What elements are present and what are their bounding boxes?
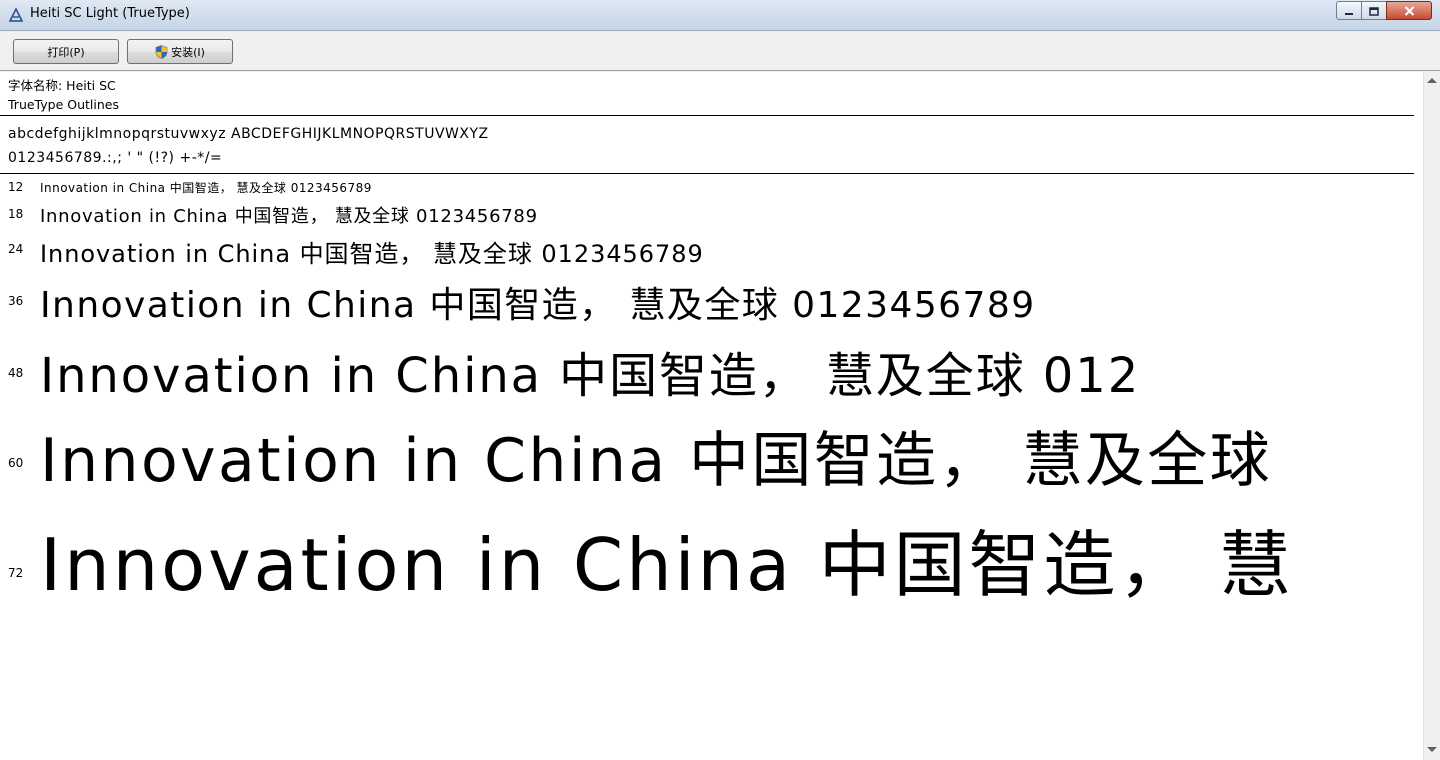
font-info: 字体名称: Heiti SC TrueType Outlines [8,76,119,114]
sample-text: Innovation in China 中国智造， 慧及全球 012345678… [40,181,372,195]
window-controls [1336,1,1432,21]
print-button-label: 打印(P) [47,45,85,59]
sample-row-12: 12 Innovation in China 中国智造， 慧及全球 012345… [0,178,1414,198]
sample-text: Innovation in China 中国智造， 慧 [40,523,1294,602]
maximize-button[interactable] [1361,1,1387,20]
sample-row-72: 72 Innovation in China 中国智造， 慧 [0,490,1414,602]
glyph-line-digits-punctuation: 0123456789.:,; ' " (!?) +-*/= [8,150,223,166]
toolbar: 打印(P) 安装(I) [0,31,1440,71]
font-outline-type: TrueType Outlines [8,97,119,112]
sample-row-48: 48 Innovation in China 中国智造， 慧及全球 012 [0,324,1414,398]
vertical-scrollbar[interactable] [1423,72,1440,760]
divider [0,115,1414,116]
size-label: 36 [8,294,24,308]
size-label: 60 [8,456,24,470]
font-viewer-icon [8,7,24,23]
sample-row-36: 36 Innovation in China 中国智造， 慧及全球 012345… [0,268,1414,324]
close-icon [1404,1,1415,20]
uac-shield-icon [155,44,168,59]
sample-row-18: 18 Innovation in China 中国智造， 慧及全球 012345… [0,198,1414,228]
print-button[interactable]: 打印(P) [13,39,119,64]
minimize-button[interactable] [1336,1,1362,20]
sample-text: Innovation in China 中国智造， 慧及全球 [40,426,1273,490]
font-name: 字体名称: Heiti SC [8,78,116,93]
title-bar: Heiti SC Light (TrueType) [0,0,1440,31]
size-label: 12 [8,180,24,194]
scroll-up-arrow-icon[interactable] [1427,78,1437,83]
minimize-icon [1344,1,1354,20]
size-label: 18 [8,207,24,221]
close-button[interactable] [1386,1,1432,20]
scroll-down-arrow-icon[interactable] [1427,747,1437,752]
sample-text: Innovation in China 中国智造， 慧及全球 012345678… [40,240,704,268]
sample-row-24: 24 Innovation in China 中国智造， 慧及全球 012345… [0,228,1414,268]
font-preview-pane: 字体名称: Heiti SC TrueType Outlines abcdefg… [0,72,1424,760]
window-title: Heiti SC Light (TrueType) [30,6,190,21]
glyph-line-letters: abcdefghijklmnopqrstuvwxyz ABCDEFGHIJKLM… [8,126,489,142]
sample-row-60: 60 Innovation in China 中国智造， 慧及全球 [0,398,1414,490]
size-label: 24 [8,242,24,256]
install-button[interactable]: 安装(I) [127,39,233,64]
install-button-label: 安装(I) [171,45,205,59]
sample-text: Innovation in China 中国智造， 慧及全球 012 [40,348,1141,398]
sample-text: Innovation in China 中国智造， 慧及全球 012345678… [40,285,1036,324]
divider [0,173,1414,174]
size-label: 48 [8,366,24,380]
sample-text: Innovation in China 中国智造， 慧及全球 012345678… [40,206,538,227]
size-label: 72 [8,566,24,580]
maximize-icon [1369,1,1379,20]
